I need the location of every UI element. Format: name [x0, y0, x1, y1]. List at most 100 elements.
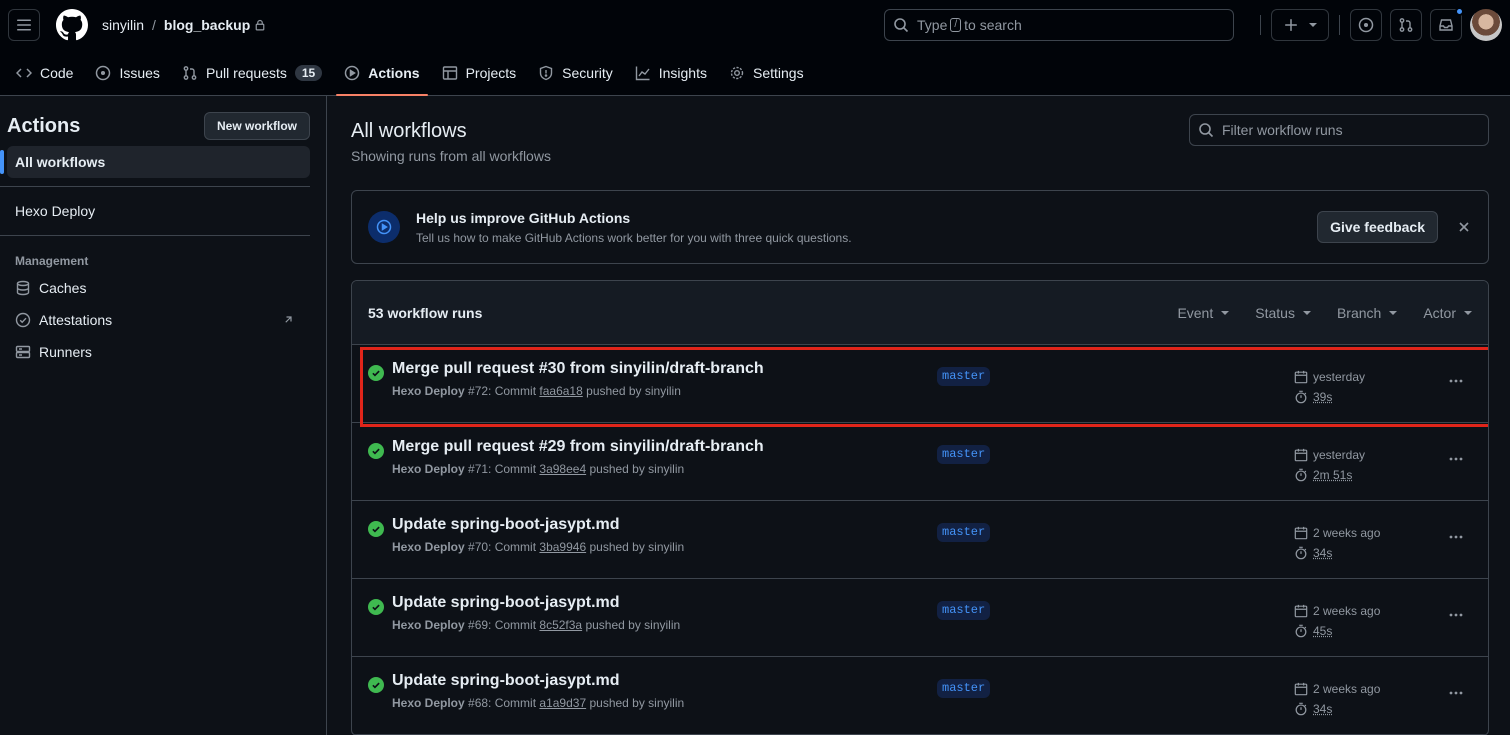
pull-request-icon [183, 66, 197, 80]
sidebar-item-hexo-deploy[interactable]: Hexo Deploy [7, 195, 310, 227]
calendar-icon [1294, 604, 1308, 618]
plus-icon [1285, 19, 1297, 31]
run-menu-button[interactable] [1440, 607, 1472, 623]
tab-settings[interactable]: Settings [721, 50, 812, 96]
run-number: #71: Commit [468, 462, 537, 476]
workflow-run-row[interactable]: Update spring-boot-jasypt.md Hexo Deploy… [352, 501, 1488, 579]
workflow-run-row[interactable]: Update spring-boot-jasypt.md Hexo Deploy… [352, 657, 1488, 735]
status-filter[interactable]: Status [1255, 305, 1311, 321]
sidebar-item-all-workflows[interactable]: All workflows [0, 146, 310, 178]
run-time: 2 weeks ago [1313, 526, 1381, 540]
search-icon [894, 18, 909, 33]
new-workflow-button[interactable]: New workflow [203, 112, 310, 140]
run-duration: 34s [1313, 546, 1333, 560]
run-title[interactable]: Update spring-boot-jasypt.md [392, 593, 937, 613]
stopwatch-icon [1295, 546, 1307, 560]
run-workflow: Hexo Deploy [392, 462, 465, 476]
actions-sidebar: Actions New workflow All workflows Hexo … [0, 96, 327, 735]
kebab-horizontal-icon [1449, 379, 1463, 383]
run-menu-button[interactable] [1440, 373, 1472, 389]
sidebar-item-label: Hexo Deploy [15, 203, 96, 219]
notifications-button[interactable] [1430, 7, 1464, 41]
breadcrumb: sinyilin / blog_backup [102, 17, 266, 33]
create-new-button[interactable] [1271, 9, 1329, 41]
sidebar-item-runners[interactable]: Runners [7, 336, 310, 368]
branch-label[interactable]: master [937, 679, 991, 698]
tab-insights-label: Insights [658, 65, 707, 81]
event-filter-label: Event [1177, 304, 1214, 321]
calendar-icon [1294, 526, 1308, 540]
user-avatar[interactable] [1470, 9, 1502, 41]
pull-requests-button[interactable] [1390, 9, 1422, 41]
branch-label[interactable]: master [937, 601, 991, 620]
commit-sha-link[interactable]: 3ba9946 [539, 540, 586, 554]
github-logo-icon[interactable] [56, 9, 88, 41]
close-icon[interactable] [1456, 219, 1472, 235]
sidebar-item-label: Runners [39, 344, 92, 360]
tab-insights[interactable]: Insights [627, 50, 715, 96]
kebab-horizontal-icon [1449, 613, 1463, 617]
actor-filter[interactable]: Actor [1423, 305, 1472, 321]
tab-issues[interactable]: Issues [87, 50, 167, 96]
branch-filter-label: Branch [1336, 304, 1382, 321]
status-filter-label: Status [1255, 304, 1295, 321]
commit-sha-link[interactable]: 8c52f3a [539, 618, 582, 632]
run-title[interactable]: Update spring-boot-jasypt.md [392, 515, 937, 535]
repo-owner-link[interactable]: sinyilin [102, 17, 144, 33]
chevron-down-icon [1221, 310, 1230, 315]
sidebar-item-attestations[interactable]: Attestations [7, 304, 310, 336]
event-filter[interactable]: Event [1177, 304, 1230, 321]
main-content: All workflows Showing runs from all work… [327, 96, 1510, 735]
give-feedback-button[interactable]: Give feedback [1317, 211, 1438, 243]
external-link-icon [285, 316, 292, 323]
breadcrumb-separator: / [152, 17, 156, 33]
tab-projects[interactable]: Projects [434, 50, 525, 96]
tab-projects-label: Projects [465, 65, 517, 81]
success-check-icon [368, 521, 384, 537]
workflow-runs-list: 53 workflow runs Event Status Branch Act… [351, 280, 1489, 735]
run-number: #72: Commit [468, 384, 537, 398]
success-check-icon [368, 677, 384, 693]
run-number: #70: Commit [468, 540, 537, 554]
tab-pull-requests[interactable]: Pull requests 15 [174, 50, 330, 96]
run-title[interactable]: Update spring-boot-jasypt.md [392, 671, 937, 691]
branch-filter[interactable]: Branch [1336, 304, 1398, 321]
menu-button[interactable] [8, 9, 40, 41]
issue-icon [1358, 17, 1374, 33]
pull-request-icon [1399, 18, 1413, 32]
run-number: #69: Commit [468, 618, 537, 632]
sidebar-item-caches[interactable]: Caches [7, 272, 310, 304]
filter-runs-input[interactable]: Filter workflow runs [1189, 114, 1489, 146]
commit-sha-link[interactable]: faa6a18 [539, 384, 582, 398]
run-title[interactable]: Merge pull request #30 from sinyilin/dra… [392, 359, 937, 379]
workflow-run-row[interactable]: Merge pull request #30 from sinyilin/dra… [352, 345, 1488, 427]
branch-label[interactable]: master [937, 367, 991, 386]
run-title[interactable]: Merge pull request #29 from sinyilin/dra… [392, 437, 937, 457]
run-menu-button[interactable] [1440, 529, 1472, 545]
run-menu-button[interactable] [1440, 451, 1472, 467]
workflow-run-row[interactable]: Update spring-boot-jasypt.md Hexo Deploy… [352, 579, 1488, 657]
code-icon [16, 68, 32, 78]
run-workflow: Hexo Deploy [392, 696, 465, 710]
header-divider [1260, 15, 1261, 35]
tab-actions[interactable]: Actions [336, 50, 428, 96]
tab-code[interactable]: Code [8, 50, 81, 96]
commit-sha-link[interactable]: a1a9d37 [539, 696, 586, 710]
tab-actions-label: Actions [368, 65, 420, 81]
branch-label[interactable]: master [937, 445, 991, 464]
run-workflow: Hexo Deploy [392, 384, 465, 398]
page-title: All workflows [351, 120, 467, 142]
run-time: yesterday [1313, 448, 1366, 462]
workflow-run-row[interactable]: Merge pull request #29 from sinyilin/dra… [352, 423, 1488, 501]
run-menu-button[interactable] [1440, 685, 1472, 701]
lock-icon [254, 19, 266, 31]
runs-count: 53 workflow runs [368, 304, 483, 321]
issues-button[interactable] [1350, 9, 1382, 41]
search-input[interactable]: Type / to search [884, 9, 1234, 41]
tab-pull-requests-label: Pull requests [205, 65, 287, 81]
repo-name-link[interactable]: blog_backup [164, 17, 250, 33]
branch-label[interactable]: master [937, 523, 991, 542]
shield-icon [539, 65, 553, 81]
commit-sha-link[interactable]: 3a98ee4 [539, 462, 586, 476]
tab-security[interactable]: Security [530, 50, 621, 96]
